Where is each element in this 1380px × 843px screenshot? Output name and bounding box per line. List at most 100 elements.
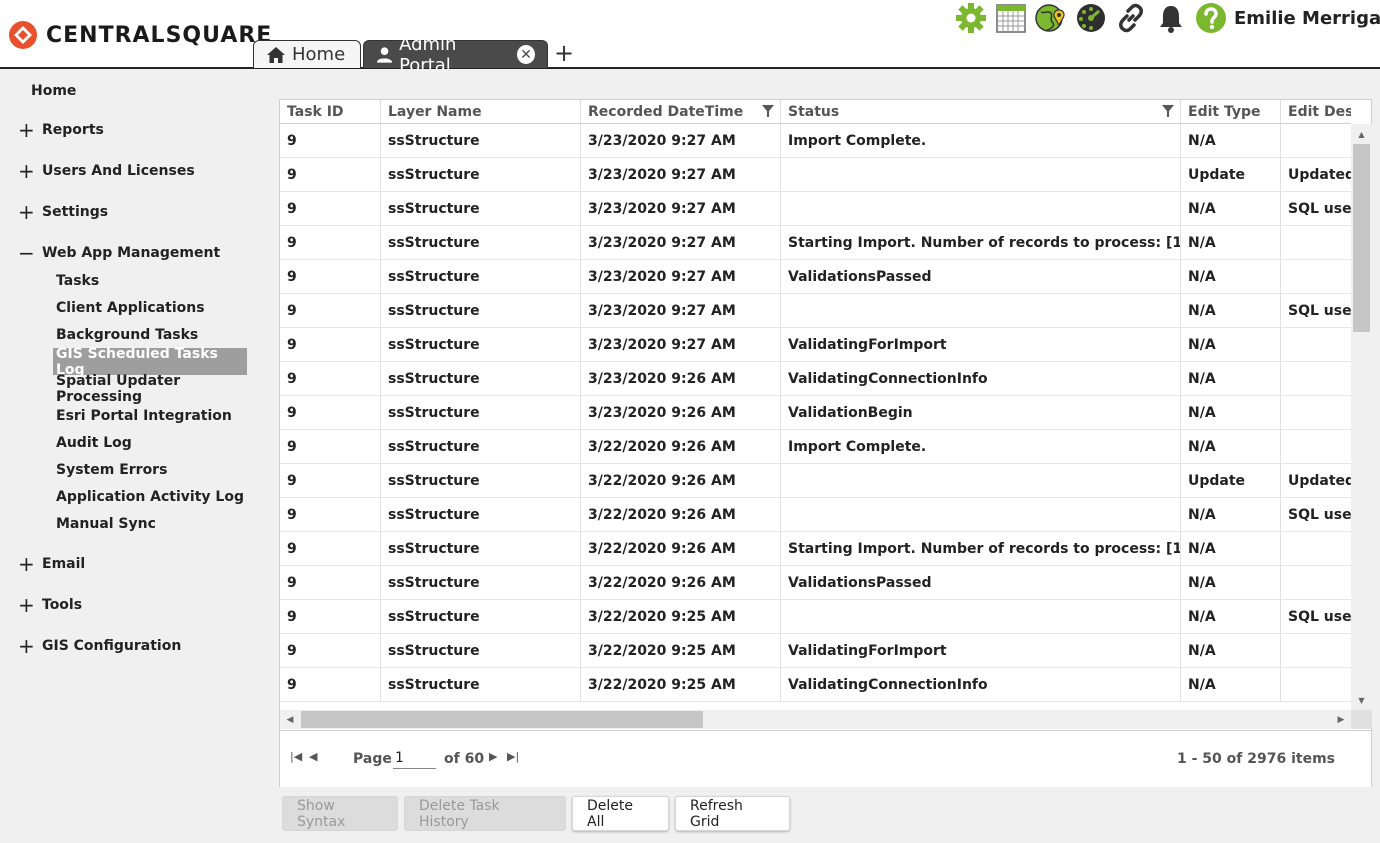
table-row[interactable]: 9 ssStructure 3/23/2020 9:27 AM Import Comp…	[280, 124, 1351, 158]
table-row[interactable]: 9ssStructure3/22/2020 9:25 AM N/ASQL used	[280, 600, 1351, 634]
table-row[interactable]: 9 ssStructure 3/23/2020 9:26 AM ValidatingC…	[280, 362, 1351, 396]
next-page-icon[interactable]: ▶	[489, 750, 497, 763]
sidebar-item-home[interactable]: Home	[31, 83, 76, 99]
sidebar-group-gis-configuration[interactable]: + GIS Configuration	[18, 636, 181, 656]
table-row[interactable]: 9 ssStructure 3/22/2020 9:26 AM Starting Im…	[280, 532, 1351, 566]
column-header-layer-name[interactable]: Layer Name	[381, 100, 581, 123]
cell-layer-name: ssStructure	[381, 498, 581, 531]
sidebar-group-label: GIS Configuration	[42, 638, 182, 654]
table-row[interactable]: 9 ssStructure 3/22/2020 9:26 AM Validations…	[280, 566, 1351, 600]
cell-layer-name: ssStructure	[381, 430, 581, 463]
table-row[interactable]: 9 ssStructure 3/22/2020 9:26 AM Import Comp…	[280, 430, 1351, 464]
sidebar-item-manual-sync[interactable]: Manual Sync	[53, 510, 159, 537]
cell-recorded-datetime: 3/23/2020 9:27 AM	[581, 226, 781, 259]
table-row[interactable]: 9 ssStructure 3/22/2020 9:25 AM ValidatingF…	[280, 634, 1351, 668]
column-header-task-id[interactable]: Task ID	[280, 100, 381, 123]
table-row[interactable]: 9 ssStructure 3/23/2020 9:27 AM Starting Im…	[280, 226, 1351, 260]
sidebar-item-esri-portal-integration[interactable]: Esri Portal Integration	[53, 402, 235, 429]
sidebar-group-reports[interactable]: + Reports	[18, 120, 104, 140]
sidebar-item-tasks[interactable]: Tasks	[53, 267, 102, 294]
items-count: 1 - 50 of 2976 items	[1177, 751, 1335, 767]
cell-status: Starting Import. Number of records to pr…	[781, 226, 1181, 259]
cell-recorded-datetime: 3/23/2020 9:26 AM	[581, 362, 781, 395]
cell-edit-type: Update	[1181, 464, 1281, 497]
sidebar-item-gis-scheduled-tasks-log[interactable]: GIS Scheduled Tasks Log	[53, 346, 247, 378]
previous-page-icon[interactable]: ◀	[309, 750, 317, 763]
cell-recorded-datetime: 3/22/2020 9:26 AM	[581, 464, 781, 497]
table-row[interactable]: 9 ssStructure 3/23/2020 9:27 AM Validations…	[280, 260, 1351, 294]
scroll-right-icon[interactable]: ▶	[1331, 710, 1351, 729]
show-syntax-button[interactable]: Show Syntax	[282, 796, 398, 831]
cell-edit-type: N/A	[1181, 294, 1281, 327]
vertical-scroll-thumb[interactable]	[1353, 144, 1370, 332]
column-header-recorded-datetime[interactable]: Recorded DateTime	[581, 100, 781, 123]
scroll-left-icon[interactable]: ◀	[280, 710, 300, 729]
sidebar-item-application-activity-log[interactable]: Application Activity Log	[53, 483, 247, 510]
sidebar-item-background-tasks[interactable]: Background Tasks	[53, 321, 201, 348]
close-tab-icon[interactable]: ✕	[516, 45, 535, 64]
scroll-down-icon[interactable]: ▼	[1351, 692, 1372, 708]
table-row[interactable]: 9 ssStructure 3/22/2020 9:26 AM Update Updat…	[280, 464, 1351, 498]
table-row[interactable]: 9 ssStructure 3/23/2020 9:27 AM ValidatingF…	[280, 328, 1351, 362]
refresh-grid-button[interactable]: Refresh Grid	[675, 796, 790, 831]
tab-home[interactable]: Home	[253, 40, 361, 68]
header-toolbar: Emilie Merrigan	[954, 2, 1380, 34]
sidebar-group-settings[interactable]: + Settings	[18, 202, 108, 222]
cell-edit-desc: SQL used	[1281, 192, 1351, 225]
cell-status	[781, 294, 1181, 327]
cell-edit-desc	[1281, 124, 1351, 157]
delete-task-history-button[interactable]: Delete Task History	[404, 796, 566, 831]
sidebar-group-users-and-licenses[interactable]: + Users And Licenses	[18, 161, 195, 181]
centralsquare-logo[interactable]: CENTRALSQUARE	[8, 19, 272, 51]
link-icon[interactable]	[1114, 2, 1147, 34]
grid-pager: |◀ ◀ Page of 60 ▶ ▶| 1 - 50 of 2976 item…	[280, 730, 1371, 787]
sidebar-item-spatial-updater-processing[interactable]: Spatial Updater Processing	[53, 373, 253, 405]
cell-recorded-datetime: 3/23/2020 9:27 AM	[581, 192, 781, 225]
add-tab-button[interactable]: +	[554, 41, 574, 65]
dashboard-icon[interactable]	[1074, 2, 1107, 34]
sidebar-group-web-app-management[interactable]: − Web App Management	[18, 243, 220, 263]
sidebar-item-system-errors[interactable]: System Errors	[53, 456, 170, 483]
map-pin-icon[interactable]	[1034, 2, 1067, 34]
home-icon	[267, 46, 285, 63]
table-row[interactable]: 9 ssStructure 3/22/2020 9:25 AM ValidatingC…	[280, 668, 1351, 702]
cell-layer-name: ssStructure	[381, 362, 581, 395]
tab-strip: Home Admin Portal ✕ +	[253, 34, 574, 76]
column-header-edit-type[interactable]: Edit Type	[1181, 100, 1281, 123]
cell-layer-name: ssStructure	[381, 192, 581, 225]
delete-all-button[interactable]: Delete All	[572, 796, 669, 831]
column-header-status[interactable]: Status	[781, 100, 1181, 123]
horizontal-scrollbar[interactable]: ◀ ▶	[280, 710, 1351, 729]
filter-icon[interactable]	[1162, 105, 1174, 117]
sidebar-item-client-applications[interactable]: Client Applications	[53, 294, 208, 321]
cell-status	[781, 158, 1181, 191]
gear-icon[interactable]	[954, 2, 987, 34]
page-count-label: of 60	[444, 751, 485, 767]
filter-icon[interactable]	[762, 105, 774, 117]
cell-task-id: 9	[280, 294, 381, 327]
sidebar-group-email[interactable]: + Email	[18, 554, 85, 574]
tab-admin-portal[interactable]: Admin Portal ✕	[363, 34, 548, 76]
sidebar-item-audit-log[interactable]: Audit Log	[53, 429, 135, 456]
table-row[interactable]: 9ssStructure3/23/2020 9:27 AM N/ASQL used	[280, 294, 1351, 328]
sidebar-group-tools[interactable]: + Tools	[18, 595, 82, 615]
table-row[interactable]: 9ssStructure3/22/2020 9:26 AM N/ASQL used	[280, 498, 1351, 532]
horizontal-scroll-thumb[interactable]	[301, 711, 703, 728]
table-row[interactable]: 9ssStructure3/23/2020 9:27 AM N/ASQL used	[280, 192, 1351, 226]
scroll-up-icon[interactable]: ▲	[1351, 126, 1372, 142]
vertical-scrollbar[interactable]: ▲ ▼	[1351, 124, 1372, 710]
first-page-icon[interactable]: |◀	[290, 750, 302, 763]
column-header-edit-desc[interactable]: Edit Desc	[1281, 100, 1351, 123]
page-number-input[interactable]	[393, 747, 436, 769]
cell-edit-desc: SQL used	[1281, 600, 1351, 633]
bell-icon[interactable]	[1154, 2, 1187, 34]
cell-edit-type: N/A	[1181, 532, 1281, 565]
last-page-icon[interactable]: ▶|	[507, 750, 519, 763]
table-row[interactable]: 9 ssStructure 3/23/2020 9:27 AM Update Updat…	[280, 158, 1351, 192]
cell-task-id: 9	[280, 362, 381, 395]
calendar-icon[interactable]	[994, 2, 1027, 34]
user-name[interactable]: Emilie Merrigan	[1234, 8, 1380, 29]
table-row[interactable]: 9 ssStructure 3/23/2020 9:26 AM ValidationB…	[280, 396, 1351, 430]
cell-layer-name: ssStructure	[381, 634, 581, 667]
help-icon[interactable]	[1194, 2, 1227, 34]
